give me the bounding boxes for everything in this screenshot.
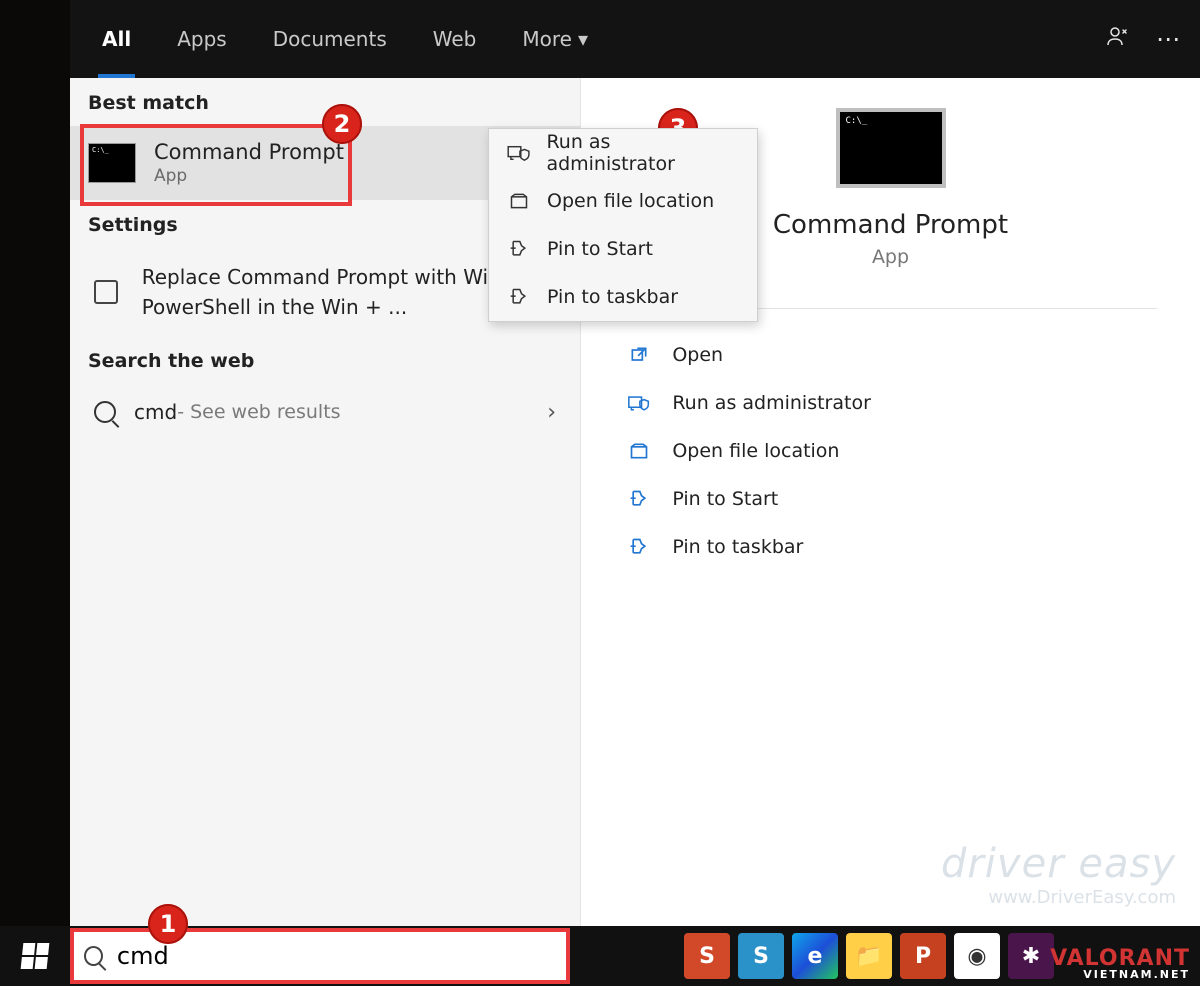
tray-app-powerpoint[interactable]: P <box>900 933 946 979</box>
taskbar-search-box[interactable] <box>70 930 570 982</box>
web-result-term: cmd <box>134 400 177 424</box>
action-open-location[interactable]: Open file location <box>624 427 1156 475</box>
tray-app-chrome[interactable]: ◉ <box>954 933 1000 979</box>
tab-apps[interactable]: Apps <box>173 21 231 57</box>
action-pin-taskbar-label: Pin to taskbar <box>672 536 803 558</box>
ctx-pin-taskbar-label: Pin to taskbar <box>547 286 678 308</box>
ctx-run-admin[interactable]: Run as administrator <box>489 129 757 177</box>
result-subtitle: App <box>154 166 344 186</box>
app-thumbnail-icon <box>836 108 946 188</box>
desktop-background-strip <box>0 0 70 926</box>
detail-app-name: Command Prompt <box>773 210 1008 240</box>
annotation-badge-2: 2 <box>322 104 362 144</box>
detail-app-kind: App <box>872 246 909 268</box>
ctx-open-location-label: Open file location <box>547 190 714 212</box>
result-title: Command Prompt <box>154 140 344 164</box>
action-pin-taskbar[interactable]: Pin to taskbar <box>624 523 1156 571</box>
run-admin-icon <box>505 144 532 162</box>
feedback-icon[interactable] <box>1106 24 1130 54</box>
windows-logo-icon <box>21 943 50 969</box>
action-pin-start-label: Pin to Start <box>672 488 778 510</box>
action-open[interactable]: Open <box>624 331 1156 379</box>
tab-web[interactable]: Web <box>429 21 481 57</box>
run-admin-icon <box>624 393 654 413</box>
settings-glyph-icon <box>94 280 118 304</box>
action-open-label: Open <box>672 344 723 366</box>
action-pin-start[interactable]: Pin to Start <box>624 475 1156 523</box>
action-run-admin-label: Run as administrator <box>672 392 871 414</box>
search-icon <box>84 946 103 966</box>
command-prompt-icon <box>88 143 136 183</box>
pin-start-icon <box>624 489 654 509</box>
ctx-pin-start-label: Pin to Start <box>547 238 653 260</box>
search-filter-tabs: All Apps Documents Web More▾ ⋯ <box>70 0 1200 78</box>
valorant-watermark: VALORANT VIETNAM.NET <box>1050 948 1190 980</box>
chevron-down-icon: ▾ <box>578 27 588 51</box>
annotation-badge-1: 1 <box>148 904 188 944</box>
web-result-hint: - See web results <box>177 401 340 423</box>
drivereasy-watermark: driver easy www.DriverEasy.com <box>941 841 1176 908</box>
search-web-heading: Search the web <box>70 336 580 384</box>
open-location-icon <box>624 441 654 461</box>
chevron-right-icon: › <box>547 400 556 425</box>
ctx-open-location[interactable]: Open file location <box>489 177 757 225</box>
context-menu: Run as administrator Open file location … <box>488 128 758 322</box>
ctx-run-admin-label: Run as administrator <box>546 131 741 175</box>
tray-app-slack[interactable]: ✱ <box>1008 933 1054 979</box>
tray-app-file-explorer[interactable]: 📁 <box>846 933 892 979</box>
ctx-pin-taskbar[interactable]: Pin to taskbar <box>489 273 757 321</box>
result-web-cmd[interactable]: cmd - See web results › <box>70 384 580 440</box>
open-icon <box>624 345 654 365</box>
pin-start-icon <box>505 239 533 259</box>
tray-app-snagit-editor[interactable]: S <box>684 933 730 979</box>
tray-app-snagit-capture[interactable]: S <box>738 933 784 979</box>
start-button[interactable] <box>0 926 70 986</box>
tab-more[interactable]: More▾ <box>518 21 592 57</box>
action-open-location-label: Open file location <box>672 440 839 462</box>
more-options-icon[interactable]: ⋯ <box>1156 25 1180 53</box>
tray-app-edge[interactable]: e <box>792 933 838 979</box>
tab-documents[interactable]: Documents <box>269 21 391 57</box>
tab-all[interactable]: All <box>98 21 135 57</box>
search-icon <box>94 401 116 423</box>
taskbar-search-input[interactable] <box>117 942 556 970</box>
open-location-icon <box>505 191 533 211</box>
pin-taskbar-icon <box>505 287 533 307</box>
action-run-admin[interactable]: Run as administrator <box>624 379 1156 427</box>
ctx-pin-start[interactable]: Pin to Start <box>489 225 757 273</box>
pin-taskbar-icon <box>624 537 654 557</box>
start-search-panel: All Apps Documents Web More▾ ⋯ Best matc… <box>70 0 1200 926</box>
